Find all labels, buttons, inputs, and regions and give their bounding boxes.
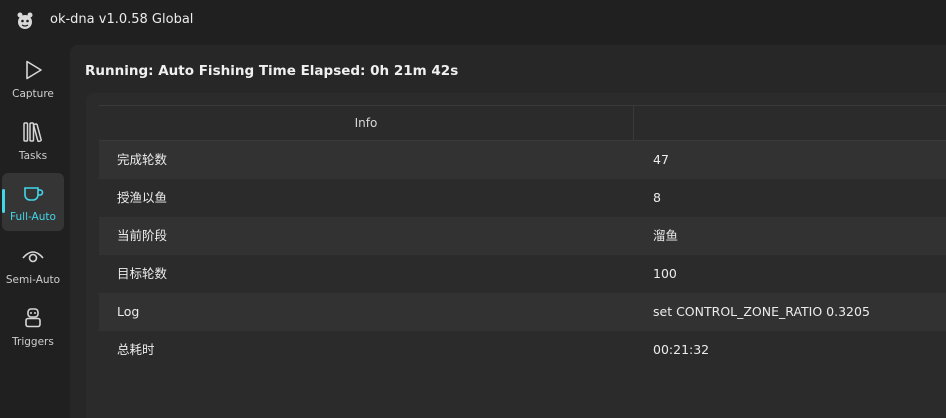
sidebar-item-full-auto[interactable]: Full-Auto [2,173,64,231]
row-key: 目标轮数 [117,266,168,281]
robot-icon [25,308,41,328]
window-title: ok-dna v1.0.58 Global [50,12,194,27]
library-icon [23,122,42,143]
eye-icon [22,251,44,263]
row-value: 8 [653,190,661,205]
sidebar-item-triggers[interactable]: Triggers [2,298,64,356]
table-row[interactable]: Log set CONTROL_ZONE_RATIO 0.3205 [99,293,946,331]
table-row[interactable]: 完成轮数 47 [99,141,946,179]
table-row[interactable]: 授渔以鱼 8 [99,179,946,217]
play-icon [26,60,42,80]
active-indicator [2,189,5,213]
row-key: 当前阶段 [117,228,168,243]
row-value: 100 [653,266,677,281]
sidebar-nav: Capture Tasks Full-Auto Semi-Auto Trigge… [0,40,68,418]
info-table: Info 完成轮数 47 授渔以鱼 8 当前阶段 溜鱼 目标轮数 100 Log [99,105,946,369]
table-header: Info [99,105,946,141]
column-header-info[interactable]: Info [99,106,634,140]
sidebar-item-semi-auto[interactable]: Semi-Auto [2,236,64,294]
table-row[interactable]: 总耗时 00:21:32 [99,331,946,369]
row-value: 00:21:32 [653,342,710,357]
row-value: 47 [653,152,669,167]
row-key: 总耗时 [117,342,155,357]
status-text: Running: Auto Fishing Time Elapsed: 0h 2… [85,63,459,79]
cup-icon [24,187,44,201]
sidebar-item-tasks[interactable]: Tasks [2,112,64,170]
title-bar: ok-dna v1.0.58 Global [0,0,946,40]
info-card: Info 完成轮数 47 授渔以鱼 8 当前阶段 溜鱼 目标轮数 100 Log [86,93,946,418]
sidebar-item-label: Full-Auto [10,211,56,223]
sidebar-item-label: Semi-Auto [5,274,61,286]
app-logo-icon [17,12,33,29]
row-key: 完成轮数 [117,152,168,167]
table-row[interactable]: 目标轮数 100 [99,255,946,293]
sidebar-item-label: Tasks [18,150,48,162]
row-key: 授渔以鱼 [117,190,168,205]
row-value: set CONTROL_ZONE_RATIO 0.3205 [653,304,870,319]
sidebar-item-label: Capture [12,88,54,100]
sidebar-item-label: Triggers [12,336,54,348]
row-key: Log [117,304,140,319]
table-row[interactable]: 当前阶段 溜鱼 [99,217,946,255]
main-content: Running: Auto Fishing Time Elapsed: 0h 2… [70,45,946,418]
sidebar-item-capture[interactable]: Capture [2,50,64,108]
row-value: 溜鱼 [653,228,679,243]
column-header-value[interactable] [634,106,946,140]
